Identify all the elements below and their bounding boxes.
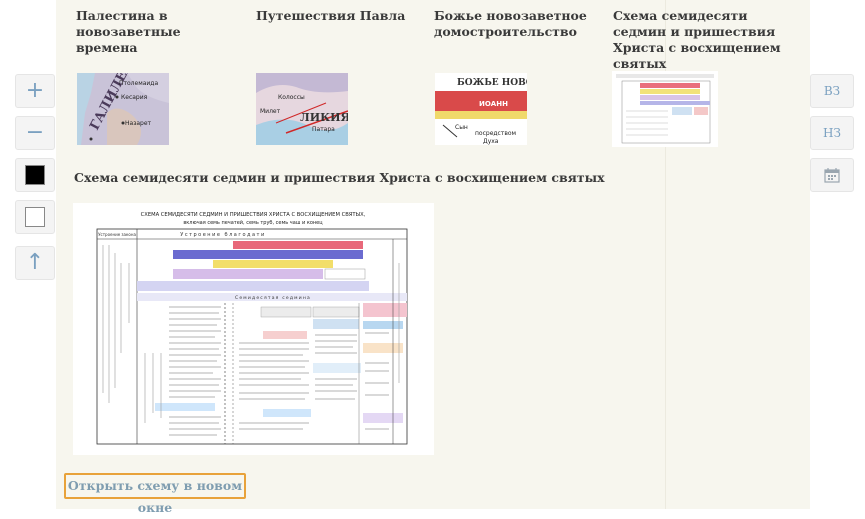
diagram-label-son: Сын [455,124,468,131]
new-testament-button[interactable]: НЗ [810,116,854,150]
scheme-row-seventieth: Семидесятая седмина [235,295,311,301]
thumbnail-seventy-weeks-chart[interactable] [612,71,718,147]
scroll-top-button[interactable]: ↑ [15,246,55,280]
thumbnail-economy-diagram[interactable]: БОЖЬЕ НОВО ИОАНН Сын посредством Духа [435,73,527,145]
section-title: Схема семидесяти седмин и пришествия Хри… [74,170,605,185]
zoom-in-button[interactable]: + [15,74,55,108]
diagram-title-fragment: БОЖЬЕ НОВО [457,78,527,88]
map-label-colossae: Колоссы [278,94,305,101]
map-label-ptolemais: Птолемаида [119,80,158,87]
scheme-band-grace: Устроение благодати [180,232,265,238]
thumbnail-paul-journeys-map[interactable]: ЛИКИЯ Колоссы Милет Патара [256,73,348,145]
arrow-up-icon: ↑ [25,250,45,275]
open-scheme-new-window-button[interactable]: Открыть схему в новом окне [64,473,246,515]
scheme-heading-line2: включая семь печатей, семь труб, семь ча… [183,219,323,226]
black-theme-button[interactable] [15,158,55,192]
minus-icon: − [25,120,45,145]
diagram-label-spirit: Духа [483,138,499,145]
scheme-column-law: Устроение закона [98,232,136,237]
thumbnail-title-economy[interactable]: Божье новозаветное домостроительство [434,8,604,40]
black-swatch-icon [25,165,45,185]
scheme-heading-line1: СХЕМА СЕМИДЕСЯТИ СЕДМИН И ПРИШЕСТВИЯ ХРИ… [141,212,366,218]
map-label-nazareth: Назарет [125,120,152,127]
zoom-out-button[interactable]: − [15,116,55,150]
thumbnail-title-paul-journeys[interactable]: Путешествия Павла [256,8,426,24]
thumbnail-palestine-map[interactable]: ГАЛИЛЕЯ Птолемаида Кесария Назарет [77,73,169,145]
thumbnail-title-palestine[interactable]: Палестина в новозаветные времена [76,8,246,56]
diagram-label-john: ИОАНН [479,100,508,108]
calendar-button[interactable] [810,158,854,192]
map-label-caesarea: Кесария [121,94,148,101]
calendar-icon [824,168,840,183]
map-label-lycia: ЛИКИЯ [300,111,348,124]
diagram-label-by-means: посредством [475,130,516,137]
white-theme-button[interactable] [15,200,55,234]
map-label-miletus: Милет [260,108,281,115]
plus-icon: + [25,78,45,103]
seventy-weeks-scheme-image[interactable]: СХЕМА СЕМИДЕСЯТИ СЕДМИН И ПРИШЕСТВИЯ ХРИ… [73,203,434,455]
white-swatch-icon [25,207,45,227]
thumbnail-title-seventy-weeks[interactable]: Схема семидесяти седмин и пришествия Хри… [613,8,793,72]
map-label-patara: Патара [312,126,335,133]
old-testament-button[interactable]: ВЗ [810,74,854,108]
